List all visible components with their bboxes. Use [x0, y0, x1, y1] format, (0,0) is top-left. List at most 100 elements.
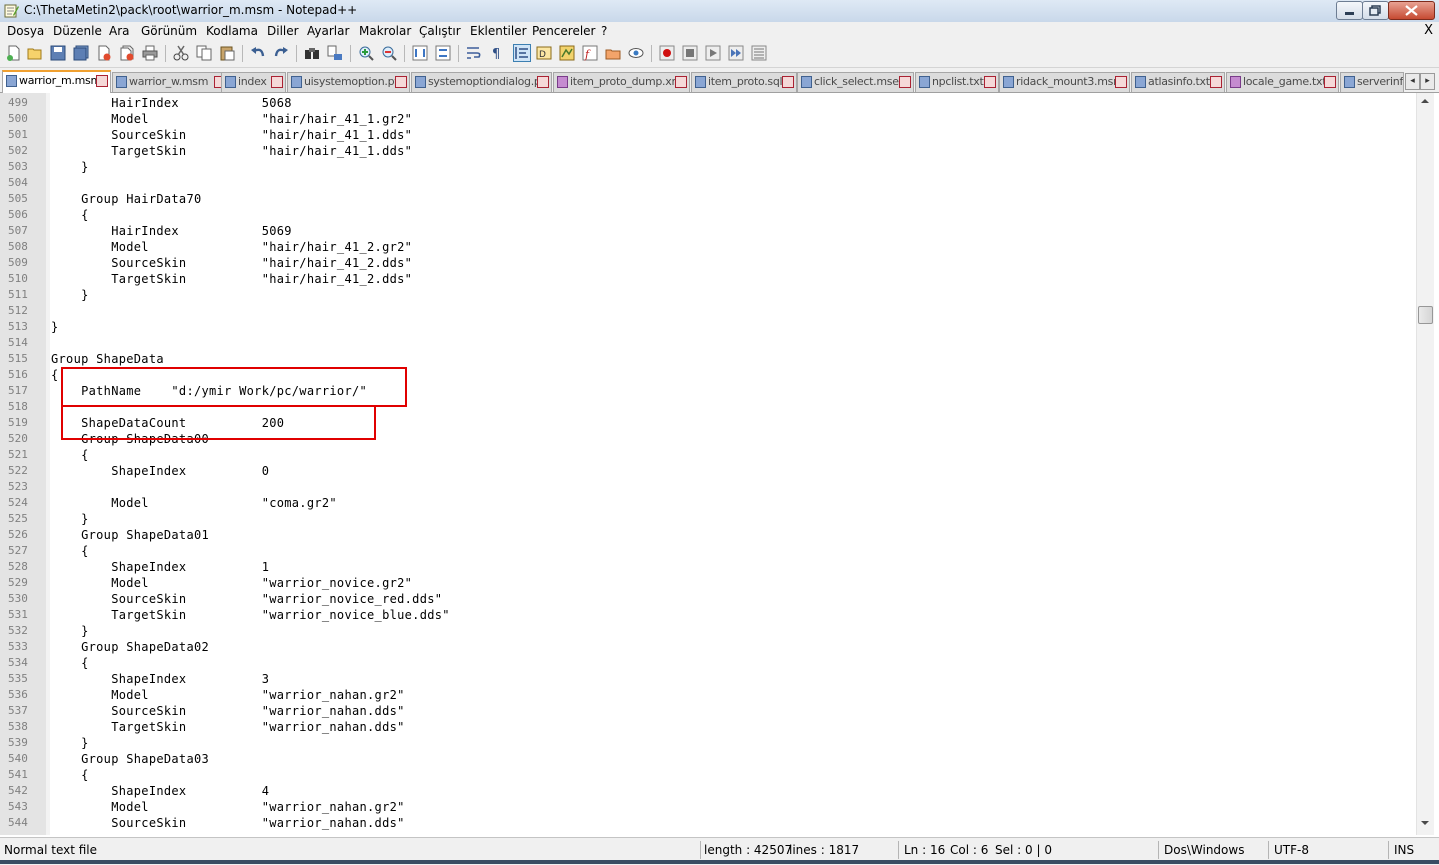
minimize-button[interactable] [1336, 1, 1363, 20]
tab-close-icon[interactable] [1210, 76, 1222, 88]
cut-icon[interactable] [173, 45, 189, 61]
tab-locale-game-txt[interactable]: locale_game.txt [1226, 72, 1339, 92]
line-text[interactable]: { [51, 767, 89, 783]
menu-dosya[interactable]: Dosya [7, 24, 44, 38]
line-text[interactable]: } [51, 319, 59, 335]
maximize-button[interactable] [1362, 1, 1389, 20]
line-text[interactable]: } [51, 623, 89, 639]
line-text[interactable]: Model "warrior_novice.gr2" [51, 575, 412, 591]
stop-macro-icon[interactable] [682, 45, 698, 61]
line-text[interactable]: TargetSkin "hair/hair_41_2.dds" [51, 271, 412, 287]
play-macro-icon[interactable] [705, 45, 721, 61]
close-window-button[interactable] [1388, 1, 1435, 20]
line-text[interactable]: } [51, 735, 89, 751]
line-text[interactable]: SourceSkin "hair/hair_41_2.dds" [51, 255, 412, 271]
line-text[interactable]: { [51, 543, 89, 559]
tab-click-select-mse[interactable]: click_select.mse [797, 72, 914, 92]
line-text[interactable]: SourceSkin "warrior_nahan.dds" [51, 703, 405, 719]
zoom-out-icon[interactable] [381, 45, 397, 61]
line-text[interactable]: { [51, 447, 89, 463]
tab-systemoptiondialog-py[interactable]: systemoptiondialog.py [411, 72, 552, 92]
udl-icon[interactable]: D [536, 45, 552, 61]
line-text[interactable]: ShapeIndex 4 [51, 783, 269, 799]
menu-ayarlar[interactable]: Ayarlar [307, 24, 349, 38]
line-text[interactable]: Group HairData70 [51, 191, 202, 207]
tab-item-proto-dump-xml[interactable]: item_proto_dump.xml [553, 72, 690, 92]
open-file-icon[interactable] [27, 45, 43, 61]
line-text[interactable]: } [51, 511, 89, 527]
line-text[interactable]: TargetSkin "hair/hair_41_1.dds" [51, 143, 412, 159]
redo-icon[interactable] [273, 45, 289, 61]
record-macro-icon[interactable] [659, 45, 675, 61]
menu-kodlama[interactable]: Kodlama [206, 24, 258, 38]
menu-calistir[interactable]: Çalıştır [419, 24, 461, 38]
line-text[interactable]: TargetSkin "warrior_novice_blue.dds" [51, 607, 450, 623]
line-text[interactable]: ShapeIndex 0 [51, 463, 269, 479]
line-text[interactable]: } [51, 287, 89, 303]
scroll-down-arrow-icon[interactable] [1419, 817, 1431, 829]
menu-pencereler[interactable]: Pencereler [532, 24, 595, 38]
tab-close-icon[interactable] [984, 76, 996, 88]
menu-makrolar[interactable]: Makrolar [359, 24, 411, 38]
vertical-scrollbar[interactable] [1416, 93, 1434, 835]
line-text[interactable]: ShapeIndex 3 [51, 671, 269, 687]
line-text[interactable]: SourceSkin "hair/hair_41_1.dds" [51, 127, 412, 143]
tab-close-icon[interactable] [271, 76, 283, 88]
tab-close-icon[interactable] [899, 76, 911, 88]
line-text[interactable]: Group ShapeData02 [51, 639, 209, 655]
new-file-icon[interactable] [6, 45, 22, 61]
line-text[interactable]: ShapeIndex 1 [51, 559, 269, 575]
tab-atlasinfo-txt[interactable]: atlasinfo.txt [1131, 72, 1225, 92]
paste-icon[interactable] [219, 45, 235, 61]
tab-ridack-mount3-msm[interactable]: ridack_mount3.msm [999, 72, 1130, 92]
close-document-button[interactable]: X [1424, 23, 1433, 38]
menu-gorunum[interactable]: Görünüm [141, 24, 197, 38]
menu-eklentiler[interactable]: Eklentiler [470, 24, 527, 38]
sync-h-icon[interactable] [435, 45, 451, 61]
line-text[interactable]: Group ShapeData01 [51, 527, 209, 543]
indent-guide-icon[interactable] [513, 44, 531, 62]
line-text[interactable]: { [51, 207, 89, 223]
replace-icon[interactable] [327, 45, 343, 61]
save-macro-icon[interactable] [751, 45, 767, 61]
tab-close-icon[interactable] [1115, 76, 1127, 88]
tab-warrior-w-msm[interactable]: warrior_w.msm [112, 72, 229, 92]
save-icon[interactable] [50, 45, 66, 61]
tab-close-icon[interactable] [96, 75, 108, 87]
tab-close-icon[interactable] [1324, 76, 1336, 88]
word-wrap-icon[interactable] [466, 45, 482, 61]
monitor-icon[interactable] [628, 45, 644, 61]
line-text[interactable]: Model "warrior_nahan.gr2" [51, 799, 405, 815]
folder-as-workspace-icon[interactable] [605, 45, 621, 61]
tab-close-icon[interactable] [395, 76, 407, 88]
line-text[interactable]: SourceSkin "warrior_novice_red.dds" [51, 591, 442, 607]
line-text[interactable]: Model "hair/hair_41_2.gr2" [51, 239, 412, 255]
tab-close-icon[interactable] [675, 76, 687, 88]
scroll-up-arrow-icon[interactable] [1419, 95, 1431, 107]
line-text[interactable]: Model "hair/hair_41_1.gr2" [51, 111, 412, 127]
tab-close-icon[interactable] [782, 76, 794, 88]
tab-serverinfo[interactable]: serverinfo [1340, 72, 1404, 92]
print-icon[interactable] [142, 45, 158, 61]
find-icon[interactable] [304, 45, 320, 61]
line-text[interactable]: { [51, 655, 89, 671]
editor-pane[interactable]: 499 HairIndex 5068 500 Model "hair/hair_4… [0, 93, 1439, 835]
close-all-icon[interactable] [119, 45, 135, 61]
tab-close-icon[interactable] [537, 76, 549, 88]
line-text[interactable]: TargetSkin "warrior_nahan.dds" [51, 719, 405, 735]
line-text[interactable]: Group ShapeData [51, 351, 164, 367]
fold-margin[interactable] [46, 93, 50, 835]
line-text[interactable]: Group ShapeData03 [51, 751, 209, 767]
line-text[interactable]: Model "coma.gr2" [51, 495, 337, 511]
run-macro-multiple-icon[interactable] [728, 45, 744, 61]
undo-icon[interactable] [250, 45, 266, 61]
line-text[interactable]: SourceSkin "warrior_nahan.dds" [51, 815, 405, 831]
save-all-icon[interactable] [73, 45, 89, 61]
menu-diller[interactable]: Diller [267, 24, 299, 38]
tab-warrior-m-msm[interactable]: warrior_m.msm [2, 70, 111, 94]
sync-v-icon[interactable] [412, 45, 428, 61]
tab-item-proto-sql[interactable]: item_proto.sql [691, 72, 797, 92]
line-text[interactable]: Model "warrior_nahan.gr2" [51, 687, 405, 703]
close-icon[interactable] [96, 45, 112, 61]
line-text[interactable]: HairIndex 5069 [51, 223, 292, 239]
